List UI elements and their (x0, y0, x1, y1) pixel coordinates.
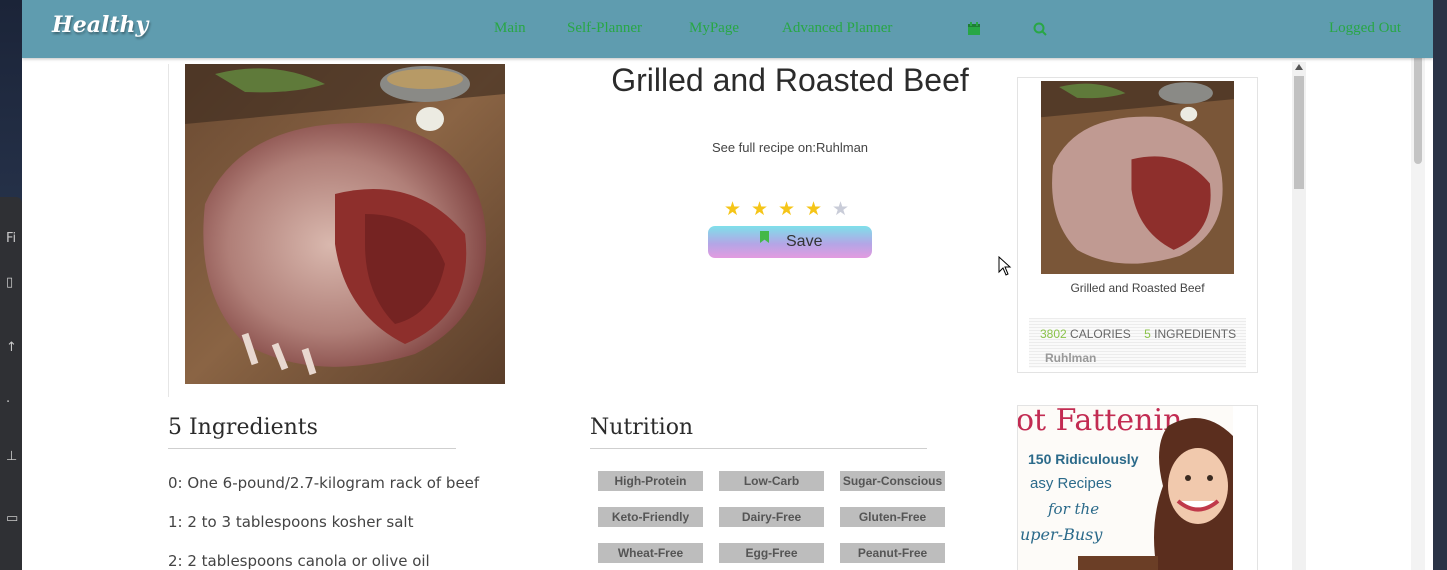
health-tag: High-Protein (598, 471, 703, 491)
star-rating[interactable]: ★ ★ ★ ★ ★ (724, 198, 864, 222)
health-tag: Sugar-Conscious (840, 471, 945, 491)
side-panel-copy-icon[interactable]: ▯ (6, 275, 13, 290)
site-logo[interactable]: Healthy (52, 12, 148, 38)
ad-line: asy Recipes (1030, 475, 1112, 492)
nutrition-section: Nutrition (590, 415, 927, 449)
rating-star-icon[interactable]: ★ (724, 198, 741, 220)
health-tag: Wheat-Free (598, 543, 703, 563)
side-panel-arrow-icon[interactable]: ↑ (6, 340, 17, 355)
ingredient-item: 0: One 6-pound/2.7-kilogram rack of beef (168, 474, 480, 492)
content-scrollbar[interactable] (1292, 62, 1306, 570)
ingredient-item: 2: 2 tablespoons canola or olive oil (168, 552, 430, 570)
nutrition-divider (590, 448, 927, 449)
health-tag: Gluten-Free (840, 507, 945, 527)
side-panel-crop-icon[interactable]: ⊥ (6, 449, 17, 464)
side-panel-dot-icon[interactable]: · (6, 395, 10, 410)
mouse-pointer-icon (998, 255, 1012, 280)
side-panel-window-icon[interactable]: ▭ (6, 511, 18, 526)
book-ad[interactable]: ot Fattenin 150 Ridiculously asy Recipes… (1017, 405, 1258, 570)
card-source: Ruhlman (1045, 351, 1097, 365)
nav-link-advanced-planner[interactable]: Advanced Planner (782, 20, 892, 37)
calories-value: 3802 (1040, 327, 1067, 341)
ingredients-label: INGREDIENTS (1154, 327, 1237, 341)
desktop-side-panel: Fi ▯ ↑ · ⊥ ▭ (0, 197, 22, 570)
health-tag: Dairy-Free (719, 507, 824, 527)
rating-star-icon[interactable]: ★ (805, 198, 822, 220)
top-navbar: Healthy Main Self-Planner MyPage Advance… (22, 0, 1433, 58)
ad-line: 150 Ridiculously (1028, 451, 1139, 467)
rating-star-icon[interactable]: ★ (832, 198, 849, 220)
source-prefix: See full recipe on: (711, 140, 817, 155)
ad-line: uper-Busy (1020, 525, 1103, 544)
ad-headline: ot Fattenin (1018, 406, 1182, 438)
recipe-image (185, 64, 505, 384)
nutrition-heading: Nutrition (590, 415, 694, 440)
nav-link-self-planner[interactable]: Self-Planner (567, 20, 642, 37)
book-cover-image[interactable]: ot Fattenin 150 Ridiculously asy Recipes… (1018, 406, 1233, 570)
card-image[interactable] (1041, 81, 1234, 274)
health-tag: Peanut-Free (840, 543, 945, 563)
ad-line: for the (1047, 500, 1099, 518)
card-stats: 3802 CALORIES 5 INGREDIENTS (1040, 327, 1236, 341)
content-scrollbar-thumb[interactable] (1294, 76, 1304, 189)
content-divider (168, 64, 169, 397)
ingredients-section: 5 Ingredients (168, 415, 456, 449)
ingredient-item: 1: 2 to 3 tablespoons kosher salt (168, 513, 414, 531)
calendar-icon[interactable] (966, 21, 982, 37)
health-tag: Egg-Free (719, 543, 824, 563)
recipe-source-line: See full recipe on:Ruhlman (582, 140, 998, 155)
health-tag: Keto-Friendly (598, 507, 703, 527)
logged-out-link[interactable]: Logged Out (1329, 20, 1401, 37)
save-button[interactable]: Save (708, 226, 872, 258)
ingredients-divider (168, 448, 456, 449)
side-panel-label: Fi (6, 231, 17, 246)
nav-link-main[interactable]: Main (494, 20, 526, 37)
health-tag: Low-Carb (719, 471, 824, 491)
search-icon[interactable] (1032, 21, 1048, 37)
card-footer: 3802 CALORIES 5 INGREDIENTS Ruhlman (1029, 318, 1246, 368)
rating-star-icon[interactable]: ★ (751, 198, 768, 220)
calories-label: CALORIES (1070, 327, 1131, 341)
recipe-title: Grilled and Roasted Beef (611, 62, 969, 98)
ingredients-heading: 5 Ingredients (168, 415, 318, 440)
card-title[interactable]: Grilled and Roasted Beef (1018, 281, 1257, 295)
nav-link-mypage[interactable]: MyPage (689, 20, 739, 37)
source-link[interactable]: Ruhlman (816, 140, 868, 155)
browser-page: Healthy Main Self-Planner MyPage Advance… (22, 0, 1433, 570)
scroll-up-arrow-icon[interactable] (1295, 64, 1303, 70)
page-scrollbar[interactable] (1411, 0, 1425, 570)
rating-star-icon[interactable]: ★ (778, 198, 795, 220)
ingredients-count: 5 (1144, 327, 1151, 341)
bookmark-icon (760, 231, 769, 243)
recipe-card[interactable]: Grilled and Roasted Beef 3802 CALORIES 5… (1017, 77, 1258, 373)
save-button-label: Save (786, 233, 823, 250)
